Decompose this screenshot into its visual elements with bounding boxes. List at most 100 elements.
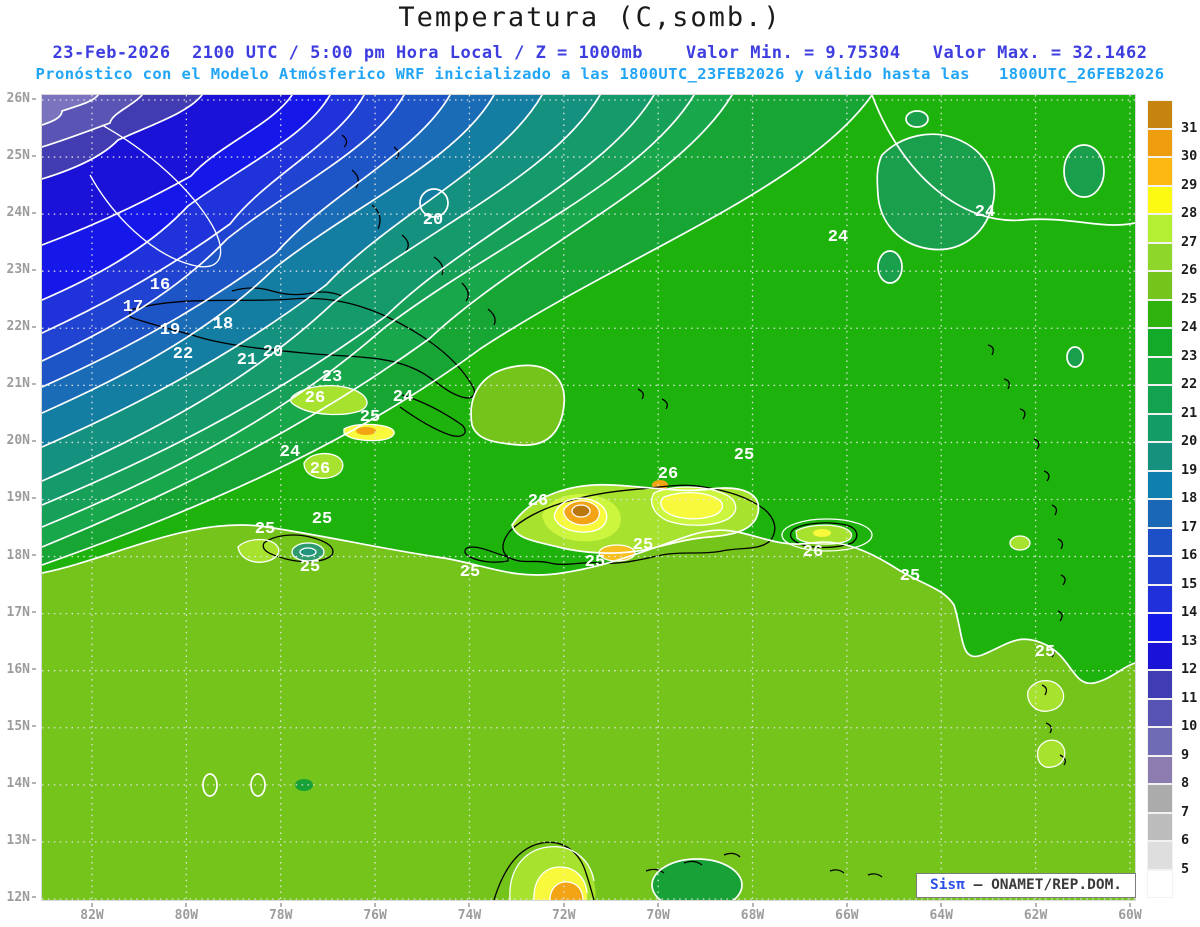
contour-label-26: 26 [658,465,678,484]
lon-tick-label: 60W [1108,903,1152,923]
subtitle-model-run: Pronóstico con el Modelo Atmósferico WRF… [35,65,1165,83]
colorbar-cell [1147,869,1173,898]
contour-label-23: 23 [322,368,342,387]
contour-label-16: 16 [150,276,170,295]
lon-tick-label: 66W [825,903,869,923]
contour-label-20: 20 [263,343,283,362]
branding-org: – ONAMET/REP.DOM. [964,877,1123,893]
contour-label-25: 25 [460,563,480,582]
colorbar-cell [1147,812,1173,841]
contour-label-25: 25 [585,553,605,572]
colorbar-tick-label: 22 [1181,376,1198,392]
lon-tick-label: 72W [542,903,586,923]
colorbar-tick-label: 26 [1181,262,1198,278]
lat-tick-label: 22N [2,319,36,334]
lat-tick-label: 16N [2,662,36,677]
colorbar-tick-label: 8 [1181,775,1190,791]
colorbar-cell [1147,271,1173,300]
colorbar-cell [1147,442,1173,471]
colorbar-tick-label: 28 [1181,205,1198,221]
colorbar-cell [1147,755,1173,784]
colorbar-cell [1147,613,1173,642]
colorbar-cell [1147,698,1173,727]
lat-tick-label: 20N [2,433,36,448]
contour-label-26: 26 [305,389,325,408]
contour-label-20: 20 [423,211,443,230]
colorbar-tick-label: 21 [1181,404,1198,421]
colorbar-tick-label: 7 [1181,803,1190,820]
colorbar-tick-label: 13 [1181,632,1198,649]
colorbar-cell [1147,385,1173,414]
colorbar-cell [1147,641,1173,670]
colorbar-tick-label: 10 [1181,718,1198,734]
colorbar-cell [1147,356,1173,385]
contour-label-26: 26 [310,460,330,479]
colorbar-tick-label: 15 [1181,575,1198,592]
colorbar-tick-label: 31 [1181,119,1198,136]
temperature-contour-map: 16 17 18 19 22 20 21 23 20 24 24 26 24 25 24 26 25 26 26 25… [41,94,1136,912]
lat-tick-label: 12N [2,890,36,905]
colorbar-cell [1147,527,1173,556]
contour-label-25: 25 [300,558,320,577]
colorbar-tick-label: 18 [1181,490,1198,506]
colorbar-cell [1147,128,1173,157]
colorbar-cell [1147,214,1173,243]
colorbar-cell [1147,185,1173,214]
colorbar-tick-label: 23 [1181,347,1198,364]
colorbar-cell [1147,299,1173,328]
colorbar-tick-label: 27 [1181,233,1198,250]
colorbar-tick-label: 16 [1181,547,1198,563]
colorbar-tick-label: 14 [1181,604,1198,620]
colorbar-cell [1147,584,1173,613]
colorbar-cell [1147,670,1173,699]
lat-tick-label: 14N [2,776,36,791]
contour-label-24: 24 [280,443,300,462]
contour-label-26: 26 [528,492,548,511]
contour-label-24: 24 [393,388,413,407]
colorbar-cell [1147,841,1173,870]
lon-tick-label: 62W [1014,903,1058,923]
colorbar-tick-label: 11 [1181,689,1198,706]
contour-label-25: 25 [255,520,275,539]
contour-label-25: 25 [1035,643,1055,662]
contour-label-25: 25 [312,510,332,529]
lon-tick-label: 74W [447,903,491,923]
colorbar-tick-label: 30 [1181,148,1198,164]
lat-tick-label: 13N [2,833,36,848]
contour-label-17: 17 [123,298,143,317]
colorbar-tick-label: 5 [1181,860,1190,877]
lon-tick-label: 64W [919,903,963,923]
lon-tick-label: 76W [353,903,397,923]
lon-tick-label: 68W [731,903,775,923]
sispi-logo: Sisπ [929,877,965,893]
subtitle-validtime: 23-Feb-2026 2100 UTC / 5:00 pm Hora Loca… [52,43,1148,63]
colorbar-tick-label: 20 [1181,433,1198,449]
colorbar-cell [1147,328,1173,357]
lat-tick-label: 19N [2,490,36,505]
colorbar-tick-label: 29 [1181,176,1198,193]
weather-map-page: Temperatura (C,somb.) 23-Feb-2026 2100 U… [0,0,1200,927]
colorbar-tick-label: 12 [1181,661,1198,677]
lat-tick-label: 23N [2,262,36,277]
lat-tick-label: 15N [2,719,36,734]
contour-label-18: 18 [213,315,233,334]
lon-tick-label: 78W [259,903,303,923]
contour-label-24: 24 [975,203,995,222]
colorbar-cell [1147,470,1173,499]
colorbar-tick-label: 25 [1181,290,1198,307]
lat-tick-label: 24N [2,205,36,220]
contour-label-26: 26 [803,543,823,562]
colorbar-cell [1147,727,1173,756]
colorbar-cell [1147,157,1173,186]
lat-tick-label: 26N [2,91,36,106]
lon-tick-label: 80W [164,903,208,923]
colorbar-cell [1147,499,1173,528]
contour-label-22: 22 [173,345,193,364]
lon-tick-label: 70W [636,903,680,923]
contour-label-25: 25 [734,446,754,465]
branding-box: Sisπ – ONAMET/REP.DOM. [916,873,1136,898]
contour-label-19: 19 [160,321,180,340]
lat-tick-label: 17N [2,605,36,620]
lat-tick-label: 18N [2,548,36,563]
colorbar-tick-label: 17 [1181,518,1198,535]
